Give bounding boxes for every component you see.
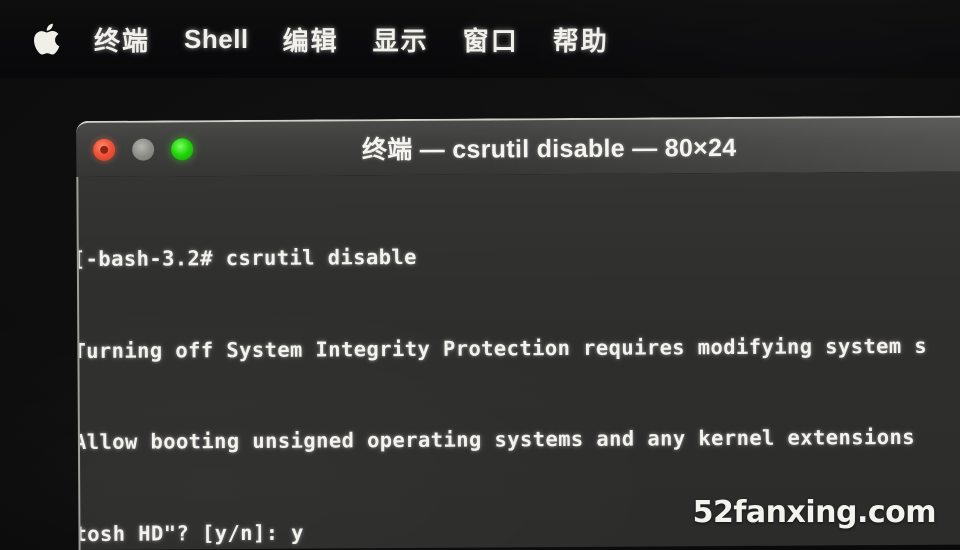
- screenshot-root: 终端 Shell 编辑 显示 窗口 帮助 终端 — csrutil disabl…: [0, 0, 960, 550]
- window-title: 终端 — csrutil disable — 80×24: [361, 133, 737, 165]
- macos-menu-bar: 终端 Shell 编辑 显示 窗口 帮助: [0, 0, 960, 78]
- menu-item-window[interactable]: 窗口: [463, 21, 519, 58]
- window-controls: [76, 138, 194, 161]
- terminal-content-area[interactable]: [-bash-3.2# csrutil disable Turning off …: [76, 171, 960, 550]
- terminal-line: Turning off System Integrity Protection …: [76, 333, 928, 363]
- terminal-line: Allow booting unsigned operating systems…: [76, 424, 916, 455]
- menu-item-terminal[interactable]: 终端: [94, 21, 150, 58]
- watermark: 52fanxing.com: [692, 495, 937, 530]
- menu-item-help[interactable]: 帮助: [553, 21, 609, 58]
- menu-item-shell[interactable]: Shell: [184, 24, 249, 55]
- terminal-window: 终端 — csrutil disable — 80×24 [-bash-3.2#…: [76, 115, 960, 550]
- terminal-line: [-bash-3.2# csrutil disable: [76, 244, 417, 272]
- zoom-button[interactable]: [171, 138, 194, 161]
- terminal-output: [-bash-3.2# csrutil disable Turning off …: [76, 172, 960, 550]
- minimize-button[interactable]: [132, 138, 155, 161]
- apple-logo-icon[interactable]: [34, 22, 64, 56]
- close-button[interactable]: [93, 138, 116, 161]
- menu-item-edit[interactable]: 编辑: [283, 21, 339, 58]
- terminal-title-bar[interactable]: 终端 — csrutil disable — 80×24: [76, 115, 960, 177]
- menu-item-view[interactable]: 显示: [373, 21, 429, 58]
